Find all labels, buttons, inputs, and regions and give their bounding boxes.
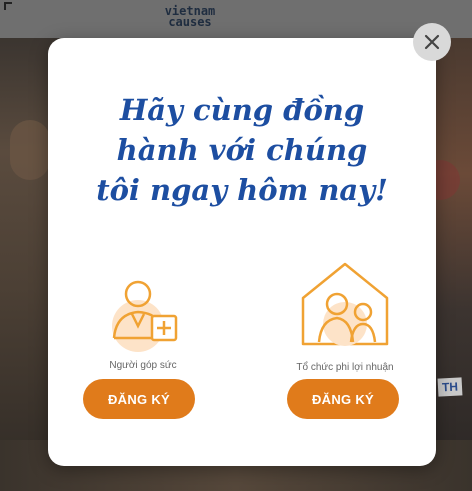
background-person-left [10,120,50,180]
headline-line: tôi ngay hôm nay! [96,173,388,207]
headline-line: hành với chúng [116,133,368,167]
contributor-option: Người góp sức [68,266,218,371]
nonprofit-house-people-icon [301,262,389,346]
contributor-add-person-icon [112,280,178,352]
background-header: vietnam causes [0,0,472,38]
contributor-register-button[interactable]: ĐĂNG KÝ [83,379,195,419]
modal-headline: Hãy cùng đồng hành với chúng tôi ngay hô… [48,90,436,210]
close-button[interactable] [413,23,451,61]
background-logo: vietnam causes [164,4,216,29]
nonprofit-register-button[interactable]: ĐĂNG KÝ [287,379,399,419]
close-icon [424,34,440,50]
background-side-text: TH [437,377,463,397]
contributor-label: Người góp sức [109,360,177,371]
background-corner-mark [4,2,12,10]
signup-modal: Hãy cùng đồng hành với chúng tôi ngay hô… [48,38,436,466]
page: vietnam causes TH Hãy cùng đồng hành với… [0,0,472,491]
nonprofit-option: Tổ chức phi lợi nhuận [270,258,420,373]
headline-line: Hãy cùng đồng [119,93,365,127]
nonprofit-label: Tổ chức phi lợi nhuận [296,362,394,373]
